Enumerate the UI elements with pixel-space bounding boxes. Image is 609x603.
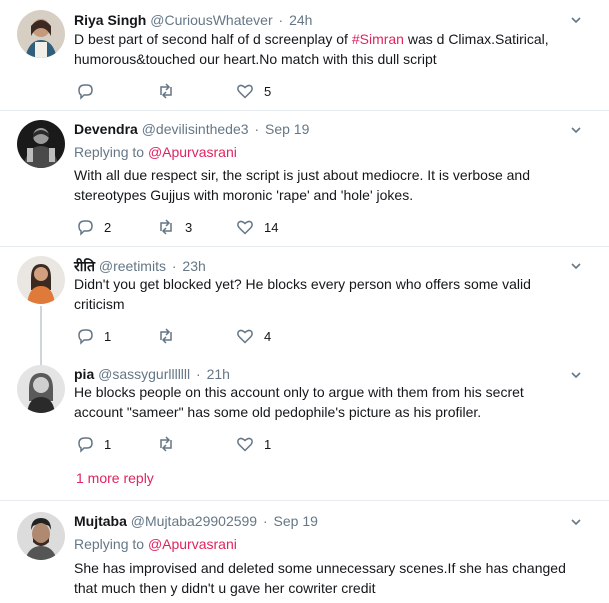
like-button[interactable]: 14 (236, 217, 278, 237)
hashtag-link[interactable]: #Simran (352, 31, 404, 47)
tweet-devendra[interactable]: Devendra @devilisinthede3 · Sep 19 Reply… (0, 111, 609, 246)
tweet-text: She has improvised and deleted some unne… (74, 560, 566, 596)
tweet-text: Didn't you get blocked yet? He blocks ev… (74, 276, 531, 312)
like-count: 1 (264, 436, 272, 452)
reply-button[interactable]: 2 (76, 217, 111, 237)
reply-count: 1 (104, 436, 112, 452)
reply-button[interactable]: 1 (76, 434, 111, 454)
reply-count: 2 (104, 219, 112, 235)
retweet-button[interactable] (157, 326, 185, 346)
tweet-text-part: D best part of second half of d screenpl… (74, 31, 352, 47)
tweet-text: He blocks people on this account only to… (74, 384, 524, 420)
separator-dot: · (278, 12, 284, 28)
retweet-button[interactable] (157, 81, 185, 101)
replying-to: Replying to @Apurvasrani (74, 536, 237, 552)
retweet-count: 3 (185, 219, 193, 235)
separator-dot: · (254, 121, 260, 137)
heart-icon (237, 437, 253, 452)
tweet-pia[interactable]: pia @sassygurlllllll · 21h He blocks peo… (0, 355, 609, 465)
tweet-reeti[interactable]: रीति @reetimits · 23h Didn't you get blo… (0, 247, 609, 355)
retweet-icon (160, 83, 172, 99)
reply-feed: Riya Singh @CuriousWhatever · 24h D best… (0, 0, 609, 603)
timestamp[interactable]: 23h (182, 258, 205, 274)
author-handle[interactable]: @devilisinthede3 (142, 121, 249, 137)
reply-icon (78, 220, 93, 236)
mention-link[interactable]: @Apurvasrani (148, 536, 237, 552)
tweet-actions: 5 (74, 81, 374, 101)
avatar[interactable] (17, 512, 65, 560)
like-count: 4 (264, 328, 272, 344)
chevron-down-icon[interactable] (569, 123, 583, 137)
tweet-text: D best part of second half of d screenpl… (74, 29, 574, 69)
separator-dot: · (171, 258, 177, 274)
chevron-down-icon[interactable] (569, 259, 583, 273)
reply-button[interactable]: 1 (76, 326, 111, 346)
author-handle[interactable]: @CuriousWhatever (150, 12, 272, 28)
like-count: 5 (264, 83, 272, 99)
timestamp[interactable]: Sep 19 (265, 121, 309, 137)
reply-icon (78, 84, 93, 100)
author-name[interactable]: Mujtaba (74, 513, 127, 529)
retweet-icon (160, 219, 172, 235)
tweet-actions: 1 1 (74, 434, 374, 454)
timestamp[interactable]: 24h (289, 12, 312, 28)
author-handle[interactable]: @Mujtaba29902599 (131, 513, 257, 529)
author-name[interactable]: Riya Singh (74, 12, 146, 28)
timestamp[interactable]: Sep 19 (274, 513, 318, 529)
replying-to-label: Replying to (74, 536, 148, 552)
author-handle[interactable]: @reetimits (99, 258, 166, 274)
chevron-down-icon[interactable] (569, 13, 583, 27)
like-button[interactable]: 1 (236, 434, 271, 454)
reply-button[interactable] (76, 81, 104, 101)
author-name[interactable]: pia (74, 366, 94, 382)
like-button[interactable]: 5 (236, 81, 271, 101)
separator-dot: · (262, 513, 268, 529)
reply-icon (78, 329, 93, 345)
retweet-icon (160, 436, 172, 452)
mention-link[interactable]: @Apurvasrani (148, 144, 237, 160)
avatar[interactable] (17, 120, 65, 168)
tweet-riya-singh[interactable]: Riya Singh @CuriousWhatever · 24h D best… (0, 0, 609, 110)
author-name[interactable]: रीति (74, 258, 95, 274)
tweet-mujtaba[interactable]: Mujtaba @Mujtaba29902599 · Sep 19 Replyi… (0, 501, 609, 603)
avatar[interactable] (17, 256, 65, 304)
tweet-actions: 2 3 14 (74, 217, 374, 237)
tweet-actions: 1 4 (74, 326, 374, 346)
reply-icon (78, 437, 93, 453)
tweet-text: With all due respect sir, the script is … (74, 167, 530, 203)
more-replies-link[interactable]: 1 more reply (76, 470, 154, 486)
avatar[interactable] (17, 10, 65, 58)
replying-to-label: Replying to (74, 144, 148, 160)
chevron-down-icon[interactable] (569, 368, 583, 382)
heart-icon (237, 84, 253, 99)
retweet-button[interactable] (157, 434, 185, 454)
retweet-icon (160, 328, 172, 344)
heart-icon (237, 329, 253, 344)
like-button[interactable]: 4 (236, 326, 271, 346)
author-name[interactable]: Devendra (74, 121, 138, 137)
timestamp[interactable]: 21h (207, 366, 230, 382)
avatar[interactable] (17, 365, 65, 413)
author-handle[interactable]: @sassygurlllllll (98, 366, 190, 382)
separator-dot: · (196, 366, 201, 382)
retweet-button[interactable]: 3 (157, 217, 192, 237)
heart-icon (237, 220, 253, 235)
replying-to: Replying to @Apurvasrani (74, 144, 237, 160)
reply-count: 1 (104, 328, 112, 344)
chevron-down-icon[interactable] (569, 515, 583, 529)
like-count: 14 (264, 219, 279, 235)
